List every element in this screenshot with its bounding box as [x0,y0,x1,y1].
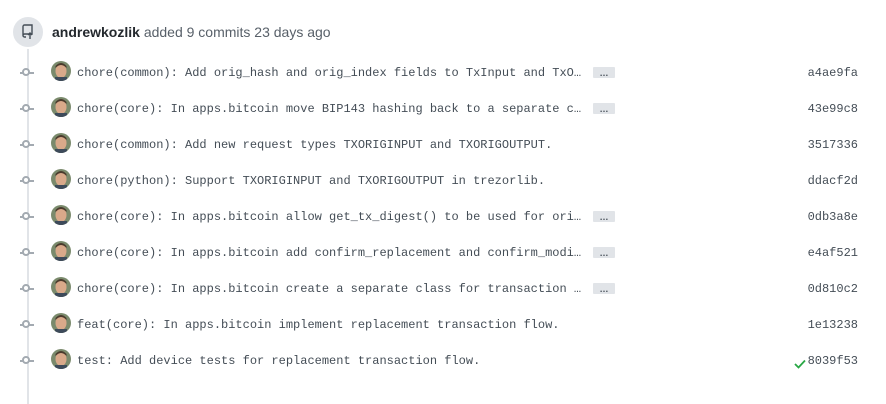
commit-sha-link[interactable]: 8039f53 [808,343,858,379]
expand-commit-body-button[interactable]: … [593,67,615,78]
git-commit-node [22,104,30,112]
check-icon[interactable] [794,356,806,374]
commit-sha-link[interactable]: a4ae9fa [808,55,858,91]
commit-message-link[interactable]: chore(core): In apps.bitcoin create a se… [77,271,581,307]
git-commit-node [22,68,30,76]
avatar[interactable] [51,241,71,261]
commit-message-link[interactable]: chore(core): In apps.bitcoin allow get_t… [77,199,581,235]
avatar[interactable] [51,277,71,297]
git-commit-node [22,248,30,256]
commit-row: chore(common): Add new request types TXO… [0,127,886,163]
commit-message-link[interactable]: chore(common): Add orig_hash and orig_in… [77,55,581,91]
commit-row: feat(core): In apps.bitcoin implement re… [0,307,886,343]
avatar[interactable] [51,61,71,81]
commit-sha-link[interactable]: 0d810c2 [808,271,858,307]
commit-sha-link[interactable]: e4af521 [808,235,858,271]
git-commit-node [22,212,30,220]
commit-message-link[interactable]: chore(common): Add new request types TXO… [77,127,552,163]
commit-row: chore(core): In apps.bitcoin create a se… [0,271,886,307]
git-commit-node [22,140,30,148]
author-link[interactable]: andrewkozlik [52,24,140,40]
push-event-action: added 9 commits 23 days ago [143,24,331,40]
commit-row: chore(core): In apps.bitcoin move BIP143… [0,91,886,127]
expand-commit-body-button[interactable]: … [593,283,615,294]
expand-commit-body-button[interactable]: … [593,103,615,114]
commit-sha-link[interactable]: 3517336 [808,127,858,163]
commit-row: test: Add device tests for replacement t… [0,343,886,379]
avatar[interactable] [51,205,71,225]
commit-sha-link[interactable]: ddacf2d [808,163,858,199]
git-commit-node [22,284,30,292]
commit-message-link[interactable]: feat(core): In apps.bitcoin implement re… [77,307,559,343]
commit-row: chore(core): In apps.bitcoin allow get_t… [0,199,886,235]
commit-list: chore(common): Add orig_hash and orig_in… [0,55,886,379]
repo-push-icon [11,15,45,49]
git-commit-node [22,176,30,184]
avatar[interactable] [51,97,71,117]
commit-sha-link[interactable]: 1e13238 [808,307,858,343]
avatar[interactable] [51,133,71,153]
commit-message-link[interactable]: chore(python): Support TXORIGINPUT and T… [77,163,545,199]
commit-row: chore(common): Add orig_hash and orig_in… [0,55,886,91]
commit-message-link[interactable]: chore(core): In apps.bitcoin add confirm… [77,235,581,271]
git-commit-node [22,356,30,364]
avatar[interactable] [51,349,71,369]
commit-row: chore(core): In apps.bitcoin add confirm… [0,235,886,271]
commit-message-link[interactable]: test: Add device tests for replacement t… [77,343,480,379]
push-event-text: andrewkozlik added 9 commits 23 days ago [52,24,331,40]
avatar[interactable] [51,313,71,333]
commit-sha-link[interactable]: 0db3a8e [808,199,858,235]
commit-message-link[interactable]: chore(core): In apps.bitcoin move BIP143… [77,91,581,127]
push-event-header: andrewkozlik added 9 commits 23 days ago [11,15,331,49]
commit-row: chore(python): Support TXORIGINPUT and T… [0,163,886,199]
commit-sha-link[interactable]: 43e99c8 [808,91,858,127]
expand-commit-body-button[interactable]: … [593,211,615,222]
expand-commit-body-button[interactable]: … [593,247,615,258]
git-commit-node [22,320,30,328]
avatar[interactable] [51,169,71,189]
